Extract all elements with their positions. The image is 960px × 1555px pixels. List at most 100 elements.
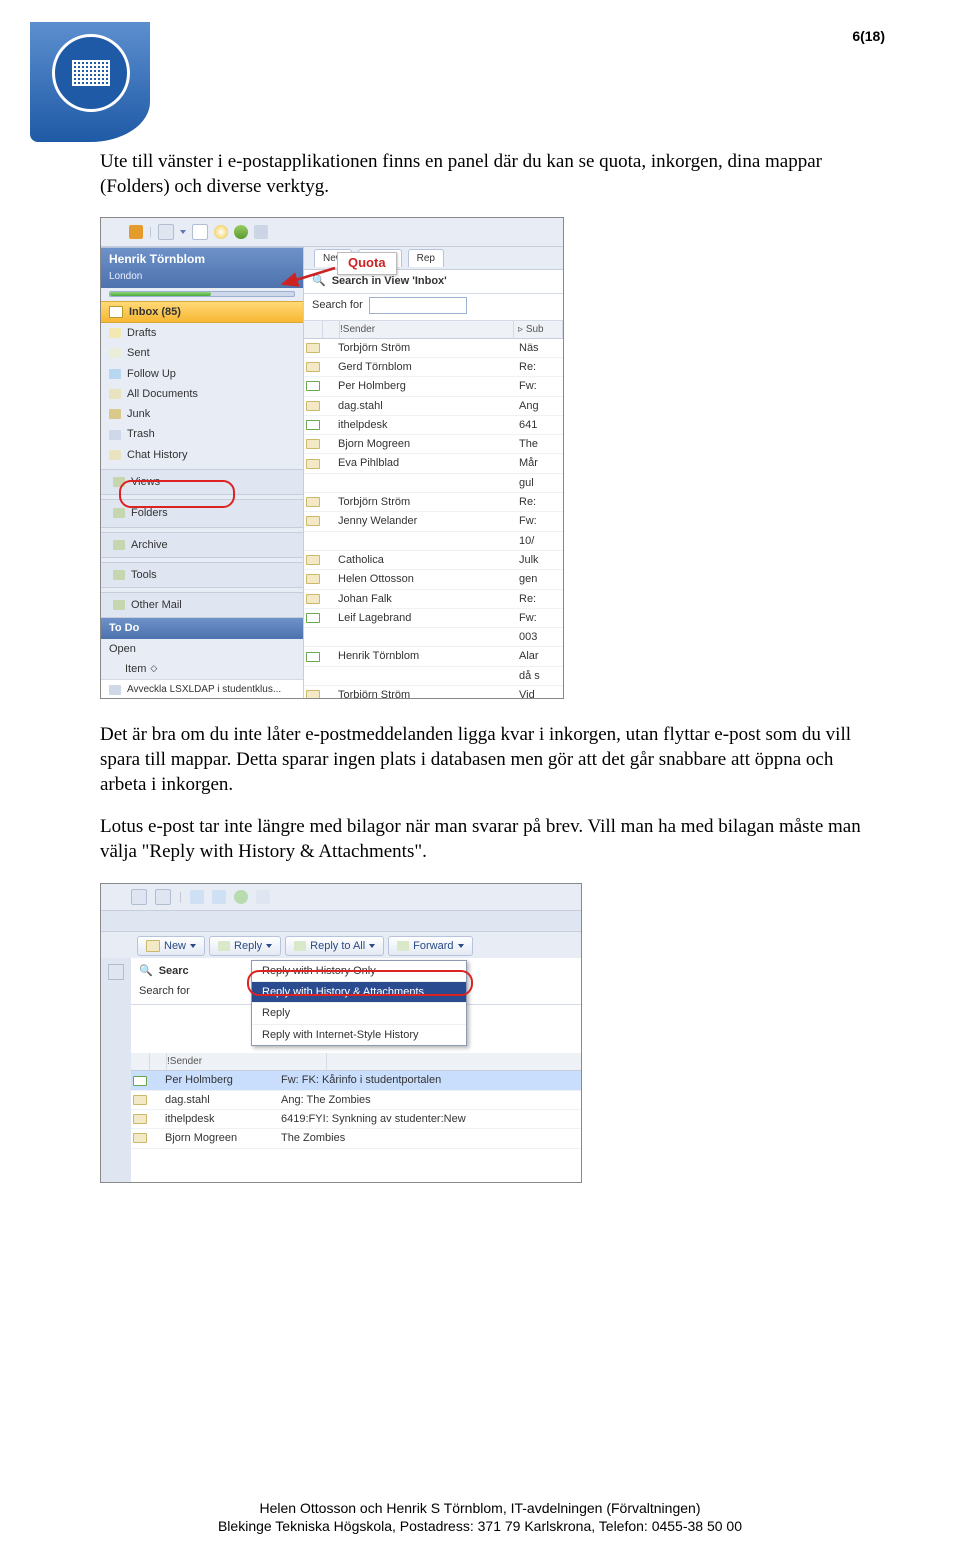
message-row[interactable]: Per HolmbergFw: FK: Kårinfo i studentpor…	[131, 1071, 581, 1090]
mail-icon	[133, 1114, 147, 1124]
sidebar-inbox[interactable]: Inbox (85)	[101, 301, 303, 323]
message-row[interactable]: då s	[304, 667, 563, 686]
forward-button[interactable]: Forward	[388, 936, 472, 956]
reply-all-button[interactable]: Reply to All	[285, 936, 384, 956]
message-row[interactable]: Helen Ottossongen	[304, 570, 563, 589]
chevron-down-icon[interactable]	[180, 230, 186, 234]
sender-cell: Bjorn Mogreen	[338, 435, 515, 453]
new-button[interactable]: New	[137, 936, 205, 956]
print-icon[interactable]	[192, 224, 208, 240]
todo-row[interactable]: Avveckla LSXLDAP i studentklus...	[101, 679, 303, 699]
sender-cell	[338, 481, 515, 485]
paragraph-1: Ute till vänster i e-postapplikationen f…	[100, 150, 865, 199]
binoculars-icon[interactable]	[212, 890, 226, 904]
sidebar-followup[interactable]: Follow Up	[101, 364, 303, 384]
reply-button[interactable]: Reply	[209, 936, 281, 956]
todo-header[interactable]: To Do	[101, 618, 303, 638]
message-row[interactable]: Bjorn MogreenThe	[304, 435, 563, 454]
search-for-label: Search for	[312, 298, 363, 312]
paragraph-2: Det är bra om du inte låter e-postmeddel…	[100, 723, 865, 797]
message-row[interactable]: gul	[304, 474, 563, 493]
subject-cell: då s	[515, 667, 563, 685]
quota-bar[interactable]	[109, 291, 295, 297]
sender-cell: dag.stahl	[338, 397, 515, 415]
panel-icon[interactable]	[108, 964, 124, 980]
status-icon[interactable]	[234, 225, 248, 239]
user-location: London	[109, 271, 142, 282]
message-row[interactable]: Gerd TörnblomRe:	[304, 358, 563, 377]
message-list: New Reply Rep 🔍 Search in View 'Inbox' S…	[304, 247, 563, 699]
document-body: Ute till vänster i e-postapplikationen f…	[100, 150, 865, 1183]
mail-icon	[306, 459, 320, 469]
message-row[interactable]: CatholicaJulk	[304, 551, 563, 570]
toolbar: |	[101, 218, 563, 247]
sent-icon	[109, 348, 121, 358]
menu-reply[interactable]: Reply	[252, 1002, 466, 1023]
unread-mail-icon	[306, 652, 320, 662]
refresh-icon[interactable]	[214, 225, 228, 239]
reply-all-icon	[294, 941, 306, 951]
menu-reply-history-attachments[interactable]: Reply with History & Attachments	[252, 981, 466, 1002]
col-icon[interactable]	[304, 321, 323, 338]
subject-cell: 10/	[515, 532, 563, 550]
tool-icon[interactable]	[256, 890, 270, 904]
col-sender[interactable]: !Sender	[167, 1053, 327, 1070]
message-row[interactable]: 10/	[304, 532, 563, 551]
tool-icon[interactable]	[254, 225, 268, 239]
new-mail-icon[interactable]	[158, 224, 174, 240]
reply-dropdown-menu: Reply with History Only Reply with Histo…	[251, 960, 467, 1046]
sidebar: Henrik Törnblom London Inbox (85) Drafts…	[101, 247, 304, 699]
sender-cell	[338, 674, 515, 678]
search-input[interactable]	[369, 297, 467, 314]
message-row[interactable]: Henrik TörnblomAlar	[304, 647, 563, 666]
message-row[interactable]: Jenny WelanderFw:	[304, 512, 563, 531]
message-row[interactable]: Torbjörn StrömNäs	[304, 339, 563, 358]
todo-item[interactable]: Item ◇	[101, 659, 303, 679]
col-flag[interactable]	[323, 321, 340, 338]
sidebar-views[interactable]: Views	[101, 472, 303, 492]
sender-cell: Torbjörn Ström	[338, 493, 515, 511]
message-row[interactable]: ithelpdesk6419:FYI: Synkning av studente…	[131, 1110, 581, 1129]
col-icon[interactable]	[131, 1053, 150, 1070]
search-icon[interactable]	[190, 890, 204, 904]
subject-cell: Fw:	[515, 512, 563, 530]
sidebar-trash[interactable]: Trash	[101, 424, 303, 444]
sidebar-alldocs[interactable]: All Documents	[101, 384, 303, 404]
sidebar-drafts[interactable]: Drafts	[101, 323, 303, 343]
chevron-down-icon	[458, 944, 464, 948]
mail-icon	[306, 594, 320, 604]
tab-rep[interactable]: Rep	[408, 249, 444, 267]
sidebar-chat[interactable]: Chat History	[101, 445, 303, 465]
message-row[interactable]: Eva PihlbladMår	[304, 454, 563, 473]
refresh-icon[interactable]	[234, 890, 248, 904]
inbox-icon	[109, 306, 123, 318]
sidebar-archive[interactable]: Archive	[101, 535, 303, 555]
sender-cell: Jenny Welander	[338, 512, 515, 530]
message-row[interactable]: 003	[304, 628, 563, 647]
message-row[interactable]: Torbjörn StrömRe:	[304, 493, 563, 512]
col-sender[interactable]: !Sender	[340, 321, 514, 338]
tool-icon[interactable]	[129, 225, 143, 239]
message-row[interactable]: Bjorn MogreenThe Zombies	[131, 1129, 581, 1148]
message-row[interactable]: Torbjörn StrömVid	[304, 686, 563, 699]
message-row[interactable]: dag.stahlAng	[304, 397, 563, 416]
sidebar-sent[interactable]: Sent	[101, 343, 303, 363]
sidebar-tools[interactable]: Tools	[101, 565, 303, 585]
sidebar-othermail[interactable]: Other Mail	[101, 595, 303, 615]
sidebar-junk[interactable]: Junk	[101, 404, 303, 424]
col-flag[interactable]	[150, 1053, 167, 1070]
drafts-icon	[109, 328, 121, 338]
menu-reply-history-only[interactable]: Reply with History Only	[252, 961, 466, 981]
message-row[interactable]: Leif LagebrandFw:	[304, 609, 563, 628]
sidebar-folders[interactable]: Folders	[101, 502, 303, 524]
menu-reply-internet-style[interactable]: Reply with Internet-Style History	[252, 1024, 466, 1045]
subject-cell: The	[515, 435, 563, 453]
tab-bar	[101, 911, 581, 932]
tool-icon[interactable]	[131, 889, 147, 905]
message-row[interactable]: Per HolmbergFw:	[304, 377, 563, 396]
todo-open[interactable]: Open	[101, 639, 303, 659]
message-row[interactable]: dag.stahlAng: The Zombies	[131, 1091, 581, 1110]
message-row[interactable]: Johan FalkRe:	[304, 590, 563, 609]
tool-icon[interactable]	[155, 889, 171, 905]
message-row[interactable]: ithelpdesk641	[304, 416, 563, 435]
